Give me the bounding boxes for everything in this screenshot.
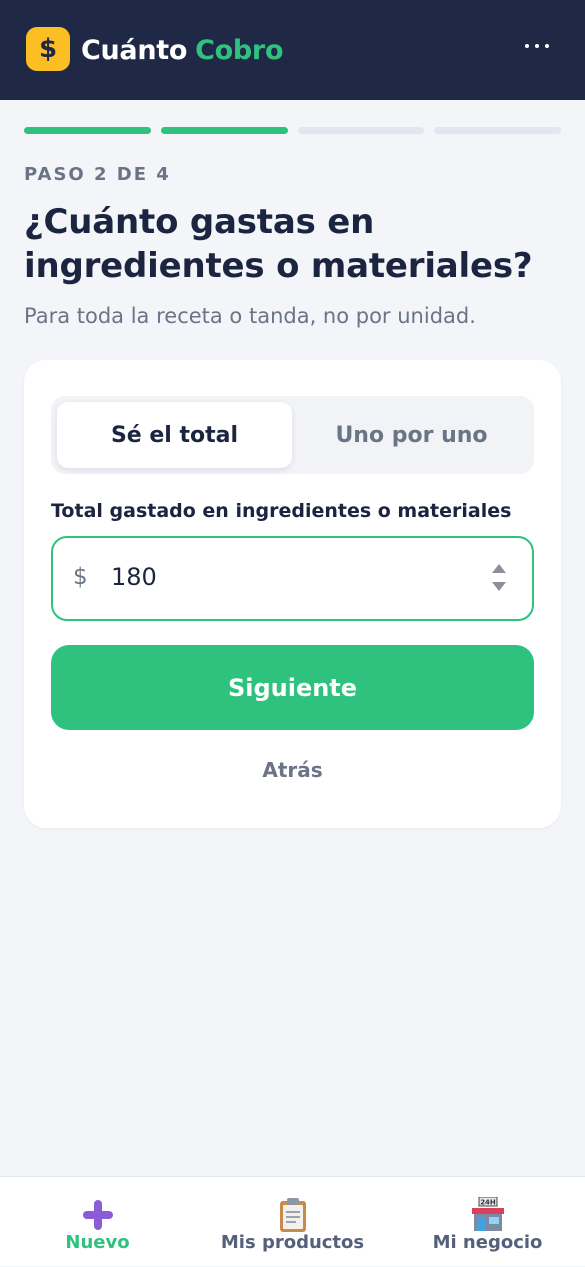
clipboard-icon xyxy=(279,1198,306,1232)
question-subtitle: Para toda la receta o tanda, no por unid… xyxy=(24,304,476,328)
dollar-logo-icon: $ xyxy=(26,27,70,71)
step-progress-bar xyxy=(24,127,561,135)
progress-segment-1 xyxy=(24,127,151,134)
brand-part-2: Cobro xyxy=(195,35,284,66)
app-header: $ Cuánto Cobro xyxy=(0,0,585,100)
input-card: Sé el total Uno por uno Total gastado en… xyxy=(24,360,561,828)
back-link[interactable]: Atrás xyxy=(51,758,534,782)
amount-field[interactable]: $ xyxy=(51,536,534,621)
progress-segment-3 xyxy=(297,127,425,134)
nav-label-nuevo: Nuevo xyxy=(65,1232,130,1253)
mode-segmented-control: Sé el total Uno por uno xyxy=(51,396,534,474)
more-horizontal-icon[interactable] xyxy=(525,44,549,48)
nav-label-mis-productos: Mis productos xyxy=(220,1232,365,1253)
progress-segment-2 xyxy=(160,127,288,134)
progress-segment-4 xyxy=(434,127,561,134)
brand-part-1: Cuánto xyxy=(81,35,188,66)
question-title: ¿Cuánto gastas en ingredientes o materia… xyxy=(24,202,533,286)
plus-icon xyxy=(82,1200,113,1230)
nav-item-mis-productos[interactable]: Mis productos xyxy=(195,1177,390,1267)
currency-symbol: $ xyxy=(73,564,88,590)
app-title: Cuánto Cobro xyxy=(81,34,284,68)
mode-option-one-by-one[interactable]: Uno por uno xyxy=(294,402,529,468)
nav-item-mi-negocio[interactable]: 24H Mi negocio xyxy=(390,1177,585,1267)
bottom-navigation: Nuevo Mis productos 24H Mi negocio xyxy=(0,1176,585,1266)
step-label: PASO 2 DE 4 xyxy=(24,164,171,185)
amount-input[interactable] xyxy=(111,563,471,591)
nav-item-nuevo[interactable]: Nuevo xyxy=(0,1177,195,1267)
store-24h-icon: 24H xyxy=(471,1197,504,1231)
next-button[interactable]: Siguiente xyxy=(51,645,534,730)
increment-arrow-icon[interactable] xyxy=(492,564,506,573)
amount-field-label: Total gastado en ingredientes o material… xyxy=(51,500,512,522)
nav-label-mi-negocio: Mi negocio xyxy=(432,1232,543,1253)
svg-text:24H: 24H xyxy=(480,1199,496,1207)
number-stepper[interactable] xyxy=(492,560,506,596)
decrement-arrow-icon[interactable] xyxy=(492,582,506,591)
mode-option-total[interactable]: Sé el total xyxy=(57,402,292,468)
